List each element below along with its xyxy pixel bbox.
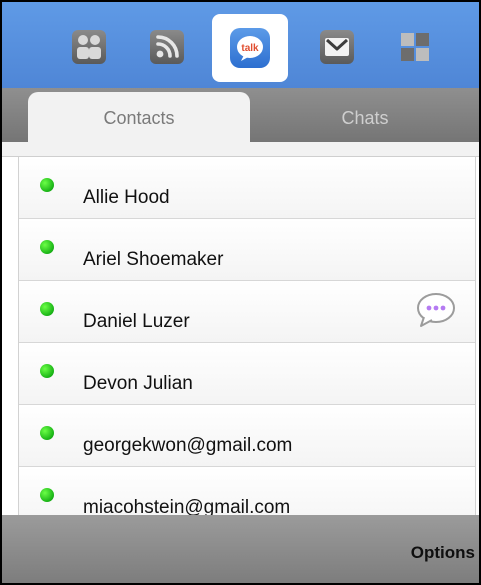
list-item[interactable]: Ariel Shoemaker xyxy=(19,219,475,281)
myspace-icon-tile xyxy=(72,30,106,64)
tab-chats[interactable]: Chats xyxy=(252,92,478,144)
list-item[interactable]: georgekwon@gmail.com xyxy=(19,405,475,467)
contact-list[interactable]: Allie Hood Ariel Shoemaker Daniel Luzer … xyxy=(18,157,476,515)
contact-name: georgekwon@gmail.com xyxy=(83,435,293,456)
tab-panel-top xyxy=(2,142,479,157)
talk-icon-tile: talk xyxy=(230,28,270,68)
rss-icon-tile xyxy=(150,30,184,64)
contact-name: Ariel Shoemaker xyxy=(83,249,224,270)
rss-icon[interactable] xyxy=(138,18,194,74)
contact-name: Devon Julian xyxy=(83,373,193,394)
online-status-icon xyxy=(40,302,54,316)
apps-grid-icon[interactable] xyxy=(386,18,442,74)
gmail-icon-tile xyxy=(320,30,354,64)
online-status-icon xyxy=(40,240,54,254)
list-item[interactable]: Allie Hood xyxy=(19,157,475,219)
gmail-icon[interactable] xyxy=(308,18,364,74)
contact-name: miacohstein@gmail.com xyxy=(83,497,291,515)
bottom-bar: Options xyxy=(2,515,479,583)
window-frame: talk Contacts Chats Allie Hood Ariel Sho… xyxy=(0,0,481,585)
myspace-icon[interactable] xyxy=(60,18,116,74)
talk-icon-label: talk xyxy=(241,43,259,54)
talk-icon[interactable]: talk xyxy=(212,14,288,82)
options-button[interactable]: Options xyxy=(411,543,475,563)
tab-strip: Contacts Chats xyxy=(2,88,479,144)
tab-contacts[interactable]: Contacts xyxy=(28,92,250,144)
list-item[interactable]: Devon Julian xyxy=(19,343,475,405)
myspace-icon-glyph xyxy=(77,35,101,59)
contact-name: Allie Hood xyxy=(83,187,170,208)
online-status-icon xyxy=(40,426,54,440)
online-status-icon xyxy=(40,364,54,378)
online-status-icon xyxy=(40,178,54,192)
list-item[interactable]: Daniel Luzer xyxy=(19,281,475,343)
contact-name: Daniel Luzer xyxy=(83,311,190,332)
apps-grid-icon-tile xyxy=(398,30,432,64)
apps-grid-icon-glyph xyxy=(401,33,429,61)
rss-icon-glyph xyxy=(156,35,179,58)
online-status-icon xyxy=(40,488,54,502)
list-item[interactable]: miacohstein@gmail.com xyxy=(19,467,475,515)
gmail-icon-glyph xyxy=(325,38,349,56)
app-switcher-bar: talk xyxy=(2,2,479,88)
talk-icon-glyph: talk xyxy=(237,36,263,61)
chat-bubble-icon[interactable] xyxy=(414,291,458,329)
